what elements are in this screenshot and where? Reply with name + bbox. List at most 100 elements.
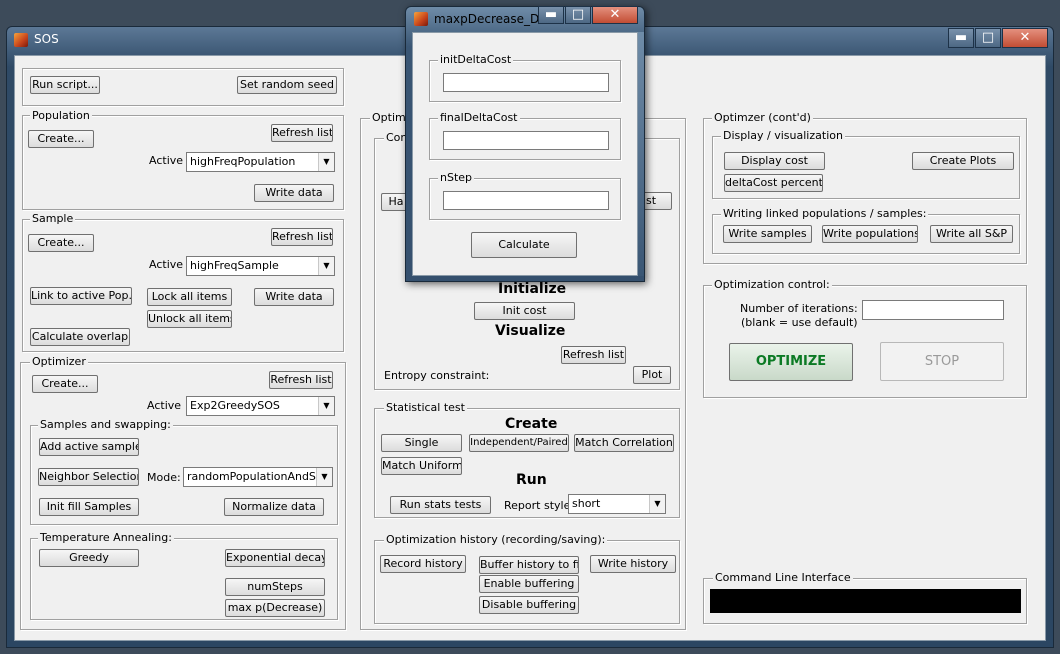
exponential-decay-button[interactable]: Exponential decay [225, 549, 325, 567]
middle-refresh-button[interactable]: Refresh list [561, 346, 626, 364]
visualize-heading: Visualize [495, 323, 566, 339]
unlock-all-items-button[interactable]: Unlock all items [147, 310, 232, 328]
samples-swapping-legend: Samples and swapping: [38, 418, 173, 431]
entropy-constraint-label: Entropy constraint: [384, 369, 490, 382]
write-samples-button[interactable]: Write samples [723, 225, 812, 243]
init-fill-samples-button[interactable]: Init fill Samples [39, 498, 139, 516]
sample-refresh-button[interactable]: Refresh list [271, 228, 333, 246]
sample-active-select[interactable]: highFreqSample ▼ [186, 256, 335, 276]
dialog-title: maxpDecrease_D... [434, 12, 551, 26]
chevron-down-icon: ▼ [318, 257, 334, 275]
run-heading: Run [516, 472, 547, 488]
command-line-legend: Command Line Interface [713, 571, 853, 584]
optimizer-contd-legend: Optimzer (cont'd) [712, 111, 813, 124]
set-random-seed-button[interactable]: Set random seed [237, 76, 337, 94]
iterations-input[interactable] [862, 300, 1004, 320]
final-delta-cost-label: finalDeltaCost [438, 111, 520, 124]
dialog-minimize-button[interactable]: ▬ [538, 6, 564, 24]
deltacost-percentile-button[interactable]: deltaCost percentil... [724, 174, 823, 192]
report-style-label: Report style: [504, 499, 575, 512]
run-script-button[interactable]: Run script... [30, 76, 100, 94]
initialize-heading: Initialize [498, 281, 567, 297]
chevron-down-icon: ▼ [649, 495, 665, 513]
independent-paired-button[interactable]: Independent/Paired [469, 434, 569, 452]
dialog-frame-edge [638, 32, 644, 276]
mode-label: Mode: [147, 471, 181, 484]
greedy-button[interactable]: Greedy [39, 549, 139, 567]
enable-buffering-button[interactable]: Enable buffering [479, 575, 579, 593]
display-cost-button[interactable]: Display cost [724, 152, 825, 170]
neighbor-selection-button[interactable]: Neighbor Selection [38, 468, 139, 486]
lock-all-items-button[interactable]: Lock all items [147, 288, 232, 306]
write-history-button[interactable]: Write history [590, 555, 676, 573]
main-window-title: SOS [34, 32, 59, 46]
optimization-control-legend: Optimization control: [712, 278, 832, 291]
display-visualization-legend: Display / visualization [721, 129, 845, 142]
command-line-input[interactable] [710, 589, 1021, 613]
mode-value: randomPopulationAndSa... [187, 470, 333, 483]
nstep-input[interactable] [443, 191, 609, 210]
mode-select[interactable]: randomPopulationAndSa... ▼ [183, 467, 333, 487]
dialog-maximize-button[interactable]: □ [565, 6, 591, 24]
maximize-button[interactable]: □ [975, 28, 1001, 48]
optimization-history-legend: Optimization history (recording/saving): [384, 533, 608, 546]
sample-legend: Sample [30, 212, 76, 225]
population-write-button[interactable]: Write data [254, 184, 334, 202]
population-active-select[interactable]: highFreqPopulation ▼ [186, 152, 335, 172]
optimizer-active-value: Exp2GreedySOS [190, 399, 280, 412]
chevron-down-icon: ▼ [318, 153, 334, 171]
sample-write-button[interactable]: Write data [254, 288, 334, 306]
writing-linked-legend: Writing linked populations / samples: [721, 207, 929, 220]
report-style-select[interactable]: short ▼ [568, 494, 666, 514]
nstep-label: nStep [438, 171, 475, 184]
population-active-value: highFreqPopulation [190, 155, 296, 168]
statistical-test-legend: Statistical test [384, 401, 467, 414]
calculate-button[interactable]: Calculate [471, 232, 577, 258]
init-delta-cost-input[interactable] [443, 73, 609, 92]
num-steps-button[interactable]: numSteps [225, 578, 325, 596]
chevron-down-icon: ▼ [316, 468, 332, 486]
population-active-label: Active [149, 154, 184, 167]
max-p-decrease-button[interactable]: max p(Decrease) [225, 599, 325, 617]
write-populations-button[interactable]: Write populations [822, 225, 918, 243]
matlab-logo-icon [414, 12, 428, 26]
population-legend: Population [30, 109, 92, 122]
optimize-button[interactable]: OPTIMIZE [729, 343, 853, 381]
population-refresh-button[interactable]: Refresh list [271, 124, 333, 142]
calculate-overlap-button[interactable]: Calculate overlap [30, 328, 130, 346]
disable-buffering-button[interactable]: Disable buffering [479, 596, 579, 614]
final-delta-cost-input[interactable] [443, 131, 609, 150]
sample-create-button[interactable]: Create... [28, 234, 94, 252]
population-create-button[interactable]: Create... [28, 130, 94, 148]
temperature-annealing-legend: Temperature Annealing: [38, 531, 174, 544]
init-delta-cost-label: initDeltaCost [438, 53, 514, 66]
add-active-sample-button[interactable]: Add active sample [39, 438, 139, 456]
optimizer-create-button[interactable]: Create... [32, 375, 98, 393]
sample-active-value: highFreqSample [190, 259, 279, 272]
match-uniform-button[interactable]: Match Uniform [381, 457, 462, 475]
iterations-hint: (blank = use default) [741, 316, 858, 329]
create-plots-button[interactable]: Create Plots [912, 152, 1014, 170]
link-active-pop-button[interactable]: Link to active Pop. [30, 287, 132, 305]
optimizer-legend: Optimizer [30, 355, 88, 368]
normalize-data-button[interactable]: Normalize data [224, 498, 324, 516]
optimizer-active-select[interactable]: Exp2GreedySOS ▼ [186, 396, 335, 416]
iterations-label: Number of iterations: [740, 302, 858, 315]
close-button[interactable]: ✕ [1002, 28, 1048, 48]
dialog-close-button[interactable]: ✕ [592, 6, 638, 24]
matlab-logo-icon [14, 33, 28, 47]
stop-button[interactable]: STOP [880, 342, 1004, 381]
init-cost-button[interactable]: Init cost [474, 302, 575, 320]
sample-active-label: Active [149, 258, 184, 271]
run-stats-tests-button[interactable]: Run stats tests [390, 496, 491, 514]
single-button[interactable]: Single [381, 434, 462, 452]
match-correlation-button[interactable]: Match Correlation [574, 434, 674, 452]
write-all-sp-button[interactable]: Write all S&P [930, 225, 1013, 243]
minimize-button[interactable]: ▬ [948, 28, 974, 48]
record-history-button[interactable]: Record history [380, 555, 466, 573]
optimizer-refresh-button[interactable]: Refresh list [269, 371, 333, 389]
report-style-value: short [572, 497, 601, 510]
plot-button[interactable]: Plot [633, 366, 671, 384]
create-heading: Create [505, 416, 558, 432]
buffer-history-button[interactable]: Buffer history to file [479, 556, 579, 574]
